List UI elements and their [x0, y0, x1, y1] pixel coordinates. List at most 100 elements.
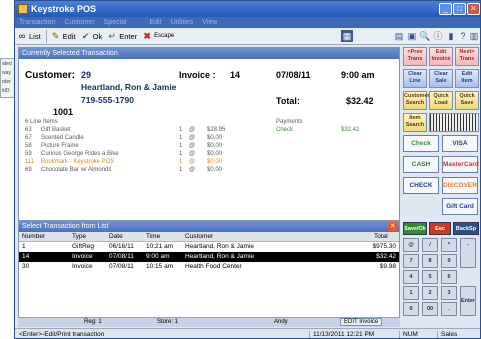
account-number: 1001 [53, 107, 74, 117]
menu-view[interactable]: View [202, 19, 217, 26]
line-item-price: $0.00 [207, 159, 223, 165]
ok-button[interactable]: ✔ Ok [81, 31, 102, 41]
customer-label: Customer: [25, 70, 76, 81]
cell-type: GiftReg [72, 243, 95, 250]
cell-date: 07/08/11 [109, 263, 134, 270]
keypad-key[interactable]: 0 [403, 302, 419, 316]
keypad-key[interactable]: 3 [441, 286, 457, 300]
function-button-customer-search[interactable]: Customer Search [403, 91, 430, 110]
list-button[interactable]: ∞ List [17, 31, 41, 41]
key-esc[interactable]: Esc [429, 222, 451, 235]
magnifier-icon[interactable]: 🔍 [419, 30, 431, 42]
total-label: Total: [276, 96, 300, 106]
book-icon[interactable]: ▮ [445, 30, 457, 42]
function-button-quick-load[interactable]: Quick Load [429, 91, 453, 110]
line-item-num: 111 [25, 159, 35, 165]
maximize-button[interactable]: □ [453, 3, 466, 15]
tender-cash[interactable]: CASH [403, 156, 439, 173]
tender-visa[interactable]: VISA [442, 135, 478, 152]
title-bar[interactable]: Keystroke POS [15, 1, 480, 17]
cell-time: 10:21 am [146, 243, 174, 250]
background-text-4: itID [2, 88, 10, 94]
line-item-at: @ [189, 135, 196, 141]
payment-method: Check [276, 127, 294, 133]
function-button-clear-line[interactable]: Clear Line [403, 69, 427, 88]
tender-mastercard[interactable]: MasterCard [442, 156, 479, 173]
keypad-key[interactable]: 5 [422, 270, 438, 284]
key-backsp[interactable]: BackSp [453, 222, 479, 235]
col-customer[interactable]: Customer [185, 233, 213, 240]
list-header-row: Number Type Date Time Customer Total [19, 232, 399, 242]
scanner-icon[interactable] [429, 113, 479, 132]
x-icon: ✖ [143, 31, 151, 41]
edit-icon: ✎ [51, 31, 60, 41]
keypad-key[interactable]: 9 [441, 254, 457, 268]
keypad-key[interactable]: 8 [422, 254, 438, 268]
menu-transaction[interactable]: Transaction [19, 19, 55, 26]
col-number[interactable]: Number [22, 233, 45, 240]
function-button-edit-item[interactable]: Edit Item [455, 69, 479, 88]
calculator-icon[interactable]: ▦ [341, 30, 353, 42]
minimize-button[interactable]: _ [439, 3, 452, 15]
line-item-desc: Gift Basket [41, 127, 71, 133]
col-total[interactable]: Total [374, 233, 388, 240]
edit-button[interactable]: ✎ Edit [51, 31, 76, 41]
table-row[interactable]: 30 Invoice 07/08/11 10:15 am Health Food Cen… [19, 262, 399, 272]
grid-icon[interactable]: ▤ [393, 30, 405, 42]
menu-customer[interactable]: Customer [64, 19, 94, 26]
tender-gift-card[interactable]: Gift Card [442, 198, 478, 215]
cell-total: $975.30 [372, 243, 397, 250]
keypad-key[interactable]: - [460, 238, 476, 268]
line-item-at: @ [189, 127, 196, 133]
list-close-icon[interactable]: ✕ [388, 222, 397, 231]
menu-special[interactable]: Special [104, 19, 127, 26]
function-button-clear-sale[interactable]: Clear Sale [429, 69, 453, 88]
function-button-item-search[interactable]: Item Search [403, 113, 427, 132]
keypad-key[interactable]: 7 [403, 254, 419, 268]
line-item-price: $0.00 [207, 167, 223, 173]
menu-edit[interactable]: Edit [150, 19, 162, 26]
keypad-key[interactable]: . [441, 302, 457, 316]
col-time[interactable]: Time [146, 233, 160, 240]
transaction-panel: Currently Selected Transaction Customer:… [18, 47, 400, 327]
escape-button[interactable]: ✖ Escape [142, 31, 174, 41]
tender-check[interactable]: CHECK [403, 177, 439, 194]
keypad-key[interactable]: 2 [422, 286, 438, 300]
menu-bar: Transaction Customer Special Edit Utilit… [15, 17, 480, 28]
keypad-key[interactable]: 6 [441, 270, 457, 284]
function-button-prev-trans[interactable]: <Prev Trans [403, 47, 427, 66]
books-icon[interactable]: ▥ [468, 30, 480, 42]
cell-date: 07/08/11 [109, 253, 134, 260]
keypad-key[interactable]: 1 [403, 286, 419, 300]
close-button[interactable]: ✕ [467, 3, 480, 15]
keypad-key[interactable]: / [422, 238, 438, 252]
info-icon[interactable]: ⓘ [432, 30, 444, 42]
table-row[interactable]: 1 GiftReg 06/16/11 10:21 am Heartland, Ron &… [19, 242, 399, 252]
function-button-quick-save[interactable]: Quick Save [455, 91, 479, 110]
keypad-key[interactable]: 4 [403, 270, 419, 284]
col-date[interactable]: Date [109, 233, 123, 240]
screen-icon[interactable]: ▣ [406, 30, 418, 42]
keypad-key[interactable]: 00 [422, 302, 438, 316]
keypad-key[interactable]: * [441, 238, 457, 252]
line-item-qty: 1 [179, 151, 183, 157]
function-button-next-trans[interactable]: Next> Trans [455, 47, 479, 66]
key-save-ok[interactable]: Save/Ok [403, 222, 427, 235]
invoice-number: 14 [230, 70, 241, 80]
keypad-key[interactable]: @ [403, 238, 419, 252]
tender-check[interactable]: Check [403, 135, 439, 152]
table-row[interactable]: 14 Invoice 07/08/11 9:00 am Heartland, Ron &… [19, 252, 399, 262]
payment-amount: $32.42 [341, 127, 360, 133]
status-num: NUM [399, 331, 437, 338]
binoculars-icon: ∞ [18, 31, 26, 41]
menu-utilities[interactable]: Utilities [171, 19, 194, 26]
enter-button[interactable]: ↵ Enter [107, 31, 137, 41]
function-button-edit-invoice[interactable]: Edit Invoice [429, 47, 453, 66]
toolbar: ∞ List ✎ Edit ✔ Ok ↵ Enter ✖ Escape ▦ ▤ ▣ 🔍 ⓘ… [15, 28, 480, 45]
status-module: Sales [437, 331, 457, 338]
store-label: Store: 1 [157, 319, 179, 325]
tender-discover[interactable]: DISCOVER [442, 177, 478, 194]
keypad-key[interactable]: Enter [460, 286, 476, 316]
status-hint: <Enter>-Edit/Print transaction [19, 331, 105, 338]
col-type[interactable]: Type [72, 233, 86, 240]
